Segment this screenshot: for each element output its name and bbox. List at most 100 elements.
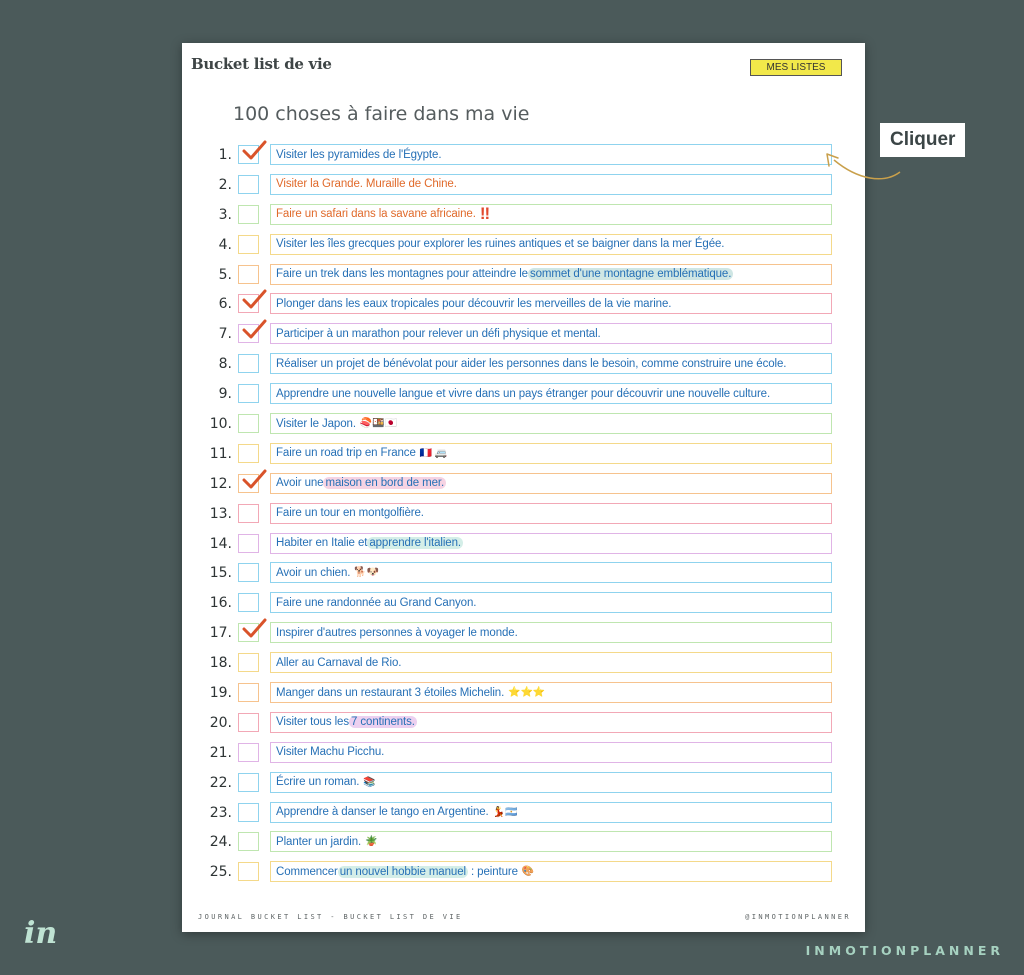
item-text-field[interactable]: Avoir une maison en bord de mer. bbox=[270, 472, 832, 494]
item-text: Visiter le Japon. bbox=[276, 417, 356, 430]
item-emoji-icon: 💃🇦🇷 bbox=[492, 806, 518, 818]
list-item: 19. Manger dans un restaurant 3 étoiles M… bbox=[182, 680, 865, 710]
item-text-field[interactable]: Apprendre à danser le tango en Argentine… bbox=[270, 801, 832, 823]
cliquer-callout: Cliquer bbox=[880, 123, 966, 157]
list-item: 8. Réaliser un projet de bénévolat pour a… bbox=[182, 351, 865, 381]
item-text: Avoir une bbox=[276, 477, 324, 490]
footer-journal-label: JOURNAL BUCKET LIST - BUCKET LIST DE VIE bbox=[198, 913, 463, 921]
item-number: 19. bbox=[209, 685, 232, 702]
item-number: 5. bbox=[218, 266, 232, 283]
item-checkbox[interactable] bbox=[238, 503, 259, 523]
item-checkbox[interactable] bbox=[238, 862, 259, 882]
item-checkbox[interactable] bbox=[238, 174, 259, 194]
item-checkbox[interactable] bbox=[238, 443, 259, 463]
item-text-field[interactable]: Visiter tous les 7 continents. bbox=[270, 711, 832, 733]
item-checkbox[interactable] bbox=[238, 384, 259, 404]
footer-handle: @INMOTIONPLANNER bbox=[745, 913, 851, 921]
item-text-field[interactable]: Planter un jardin. 🪴 bbox=[270, 831, 832, 853]
item-number: 4. bbox=[218, 236, 232, 253]
list-item: 17. Inspirer d'autres personnes à voyager… bbox=[182, 618, 865, 650]
item-text: Avoir un chien. bbox=[276, 566, 351, 579]
item-text: Inspirer d'autres personnes à voyager le… bbox=[276, 626, 518, 639]
item-number: 10. bbox=[209, 416, 232, 433]
list-item: 18. Aller au Carnaval de Rio. bbox=[182, 650, 865, 680]
item-emoji-icon: ⭐⭐⭐ bbox=[508, 687, 546, 699]
list-item: 16. Faire une randonnée au Grand Canyon. bbox=[182, 590, 865, 620]
item-text-field[interactable]: Visiter le Japon. 🍣🍱🇯🇵 bbox=[270, 413, 832, 435]
item-checkbox[interactable] bbox=[238, 414, 259, 434]
item-text-field[interactable]: Manger dans un restaurant 3 étoiles Mich… bbox=[270, 682, 832, 704]
item-text: Faire un safari dans la savane africaine… bbox=[276, 208, 476, 221]
item-checkbox[interactable] bbox=[238, 563, 259, 583]
item-checkbox[interactable] bbox=[238, 204, 259, 224]
item-checkbox[interactable] bbox=[238, 712, 259, 732]
item-emoji-icon: 🪴 bbox=[365, 836, 378, 848]
item-text-field[interactable]: Visiter la Grande. Muraille de Chine. bbox=[270, 173, 832, 195]
item-emoji-icon: 🍣🍱🇯🇵 bbox=[359, 418, 397, 430]
item-checkbox[interactable] bbox=[238, 234, 259, 254]
item-text-field[interactable]: Faire une randonnée au Grand Canyon. bbox=[270, 592, 832, 614]
item-checkbox[interactable] bbox=[238, 354, 259, 374]
item-text: Participer à un marathon pour relever un… bbox=[276, 327, 601, 340]
item-checkbox[interactable] bbox=[238, 473, 259, 493]
mes-listes-button[interactable]: MES LISTES bbox=[750, 59, 842, 76]
item-text-field[interactable]: Aller au Carnaval de Rio. bbox=[270, 652, 832, 674]
list-item: 1. Visiter les pyramides de l'Égypte. bbox=[182, 140, 865, 172]
item-text: Réaliser un projet de bénévolat pour aid… bbox=[276, 357, 787, 370]
item-highlight: maison en bord de mer. bbox=[323, 477, 447, 490]
item-text-field[interactable]: Écrire un roman. 📚 bbox=[270, 771, 832, 793]
item-text-field[interactable]: Visiter les pyramides de l'Égypte. bbox=[270, 144, 832, 165]
list-item: 2. Visiter la Grande. Muraille de Chine. bbox=[182, 172, 865, 202]
item-emoji-icon: 🎨 bbox=[521, 866, 535, 878]
item-text-field[interactable]: Faire un trek dans les montagnes pour at… bbox=[270, 263, 832, 285]
item-highlight: 7 continents. bbox=[348, 716, 417, 729]
item-text-field[interactable]: Faire un safari dans la savane africaine… bbox=[270, 203, 832, 225]
item-text-field[interactable]: Plonger dans les eaux tropicales pour dé… bbox=[270, 293, 832, 315]
item-text-field[interactable]: Inspirer d'autres personnes à voyager le… bbox=[270, 622, 832, 644]
item-text: Plonger dans les eaux tropicales pour dé… bbox=[276, 297, 672, 310]
item-checkbox[interactable] bbox=[238, 264, 259, 284]
item-checkbox[interactable] bbox=[238, 533, 259, 553]
item-checkbox[interactable] bbox=[238, 683, 259, 703]
item-text-field[interactable]: Visiter Machu Picchu. bbox=[270, 741, 832, 763]
item-checkbox[interactable] bbox=[238, 145, 259, 164]
item-number: 1. bbox=[218, 147, 232, 163]
item-text-field[interactable]: Faire un tour en montgolfière. bbox=[270, 502, 832, 524]
item-checkbox[interactable] bbox=[238, 324, 259, 344]
planner-page: Bucket list de vie MES LISTES 100 choses… bbox=[182, 43, 865, 932]
item-number: 3. bbox=[218, 206, 232, 223]
list-item: 14. Habiter en Italie et apprendre l'ital… bbox=[182, 531, 865, 561]
item-checkbox[interactable] bbox=[238, 623, 259, 643]
item-text: Visiter la Grande. Muraille de Chine. bbox=[276, 178, 457, 191]
item-text-field[interactable]: Participer à un marathon pour relever un… bbox=[270, 323, 832, 345]
item-number: 25. bbox=[209, 864, 232, 881]
item-text: Faire un trek dans les montagnes pour at… bbox=[276, 268, 528, 281]
item-text-field[interactable]: Apprendre une nouvelle langue et vivre d… bbox=[270, 383, 832, 405]
list-item: 3. Faire un safari dans la savane africai… bbox=[182, 202, 865, 232]
list-item: 20. Visiter tous les 7 continents. bbox=[182, 710, 865, 740]
item-text-field[interactable]: Visiter les îles grecques pour explorer … bbox=[270, 233, 832, 255]
item-checkbox[interactable] bbox=[238, 593, 259, 613]
item-emoji-icon: ‼ bbox=[479, 204, 490, 224]
item-text-field[interactable]: Habiter en Italie et apprendre l'italien… bbox=[270, 532, 832, 554]
item-text-field[interactable]: Faire un road trip en France 🇫🇷 🚐 bbox=[270, 442, 832, 464]
item-checkbox[interactable] bbox=[238, 653, 259, 673]
item-checkbox[interactable] bbox=[238, 742, 259, 762]
item-number: 23. bbox=[209, 804, 232, 821]
item-number: 21. bbox=[209, 744, 232, 761]
item-text-field[interactable]: Réaliser un projet de bénévolat pour aid… bbox=[270, 353, 832, 375]
item-text-field[interactable]: Commencer un nouvel hobbie manuel: peint… bbox=[270, 861, 832, 883]
list-item: 25. Commencer un nouvel hobbie manuel: pe… bbox=[182, 859, 865, 889]
item-checkbox[interactable] bbox=[238, 294, 259, 314]
page-title: Bucket list de vie bbox=[191, 55, 332, 73]
item-text: Habiter en Italie et bbox=[276, 537, 368, 550]
item-number: 22. bbox=[209, 774, 232, 791]
item-number: 7. bbox=[218, 326, 232, 343]
item-checkbox[interactable] bbox=[238, 832, 259, 852]
list-item: 23. Apprendre à danser le tango en Argent… bbox=[182, 800, 865, 830]
item-text-field[interactable]: Avoir un chien. 🐕🐶 bbox=[270, 562, 832, 584]
item-checkbox[interactable] bbox=[238, 802, 259, 822]
list-item: 15. Avoir un chien. 🐕🐶 bbox=[182, 560, 865, 590]
item-text: Faire un road trip en France bbox=[276, 447, 416, 460]
item-checkbox[interactable] bbox=[238, 772, 259, 792]
